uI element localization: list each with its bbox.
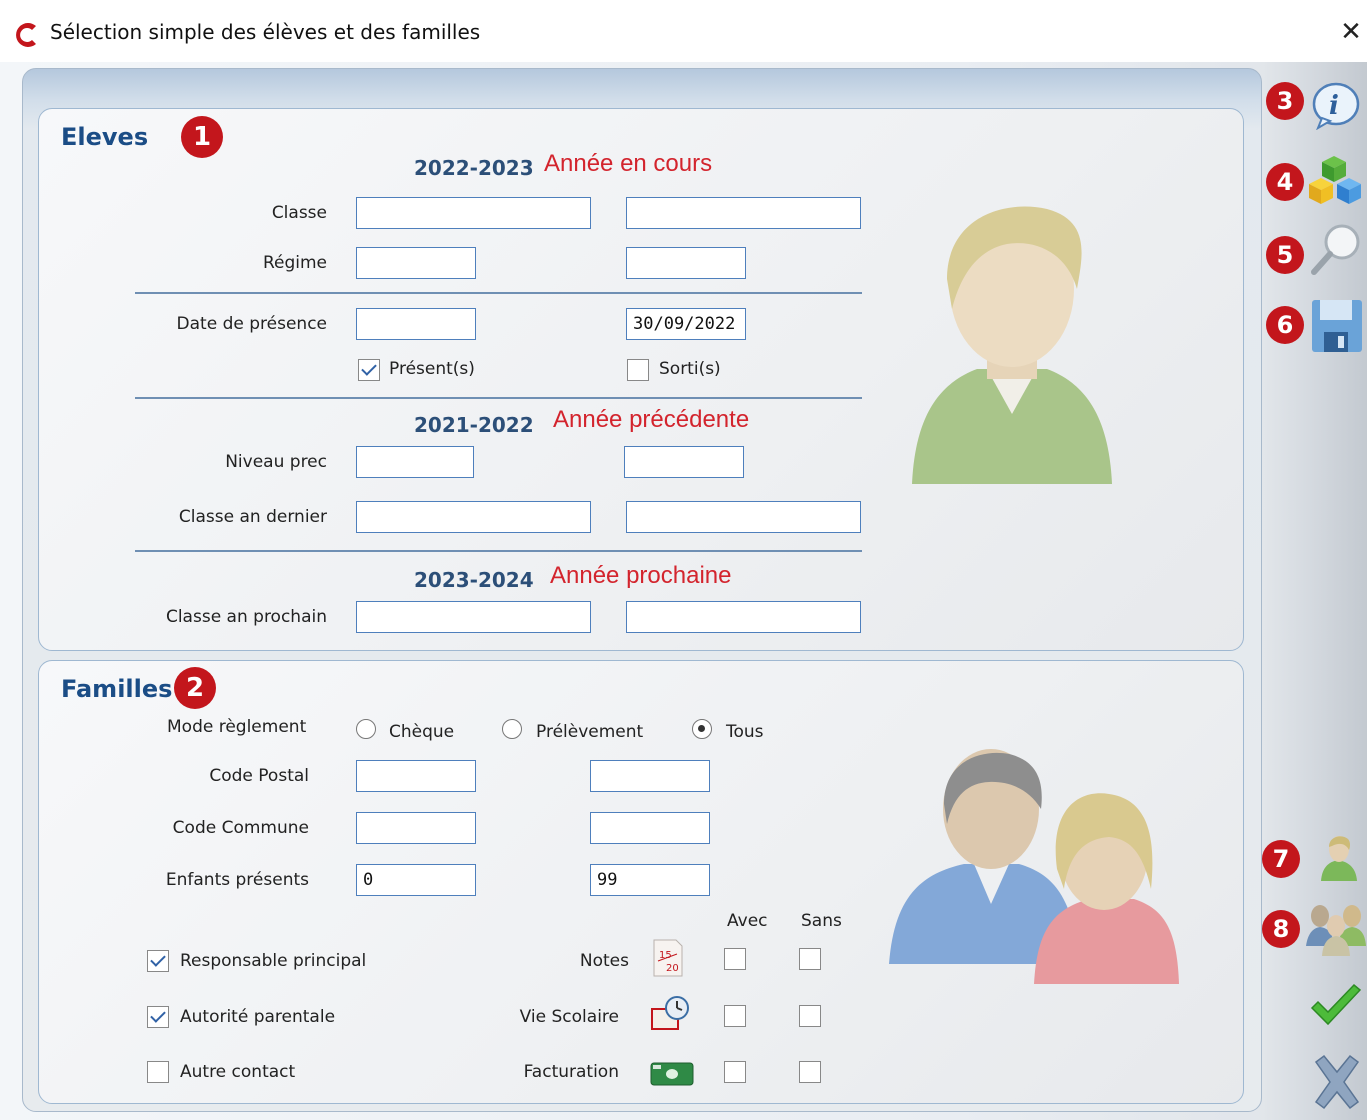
toolbar-badge-8: 8 xyxy=(1262,910,1300,948)
svg-text:i: i xyxy=(1329,91,1339,121)
toolbar-badge-4: 4 xyxy=(1266,163,1304,201)
divider xyxy=(135,292,862,294)
svg-text:15: 15 xyxy=(659,950,672,961)
autorite-parentale-label: Autorité parentale xyxy=(180,1007,336,1027)
classe-prochain-to-input[interactable] xyxy=(626,601,861,633)
magnifier-icon[interactable] xyxy=(1308,222,1362,278)
facturation-label: Facturation xyxy=(523,1062,619,1082)
niveau-to-input[interactable] xyxy=(624,446,744,478)
validate-icon[interactable] xyxy=(1308,982,1364,1030)
autre-contact-label: Autre contact xyxy=(180,1062,296,1082)
next-year-note: Année prochaine xyxy=(550,562,732,589)
facturation-sans-checkbox[interactable] xyxy=(799,1061,821,1083)
current-year: 2022-2023 xyxy=(414,156,534,180)
title-bar: Sélection simple des élèves et des famil… xyxy=(0,0,1367,62)
facturation-avec-checkbox[interactable] xyxy=(724,1061,746,1083)
autre-contact-checkbox[interactable] xyxy=(147,1061,169,1083)
date-to-input[interactable] xyxy=(626,308,746,340)
right-toolbar xyxy=(1262,62,1367,1120)
sans-header: Sans xyxy=(801,911,842,931)
previous-year: 2021-2022 xyxy=(414,413,534,437)
niveau-from-input[interactable] xyxy=(356,446,474,478)
toolbar-badge-6: 6 xyxy=(1266,306,1304,344)
familles-badge: 2 xyxy=(174,667,216,709)
radio-tous[interactable] xyxy=(692,719,712,739)
eleves-panel: Eleves 1 2022-2023 Année en cours Classe… xyxy=(38,108,1244,651)
radio-cheque[interactable] xyxy=(356,719,376,739)
regime-from-input[interactable] xyxy=(356,247,476,279)
vie-scolaire-label: Vie Scolaire xyxy=(519,1007,619,1027)
classe-an-prochain-label: Classe an prochain xyxy=(165,607,327,627)
code-postal-label: Code Postal xyxy=(209,766,309,786)
sorti-checkbox[interactable] xyxy=(627,359,649,381)
regime-label: Régime xyxy=(262,253,327,273)
family-illustration xyxy=(889,749,1179,984)
current-year-note: Année en cours xyxy=(544,150,713,177)
sorti-label: Sorti(s) xyxy=(659,359,721,379)
radio-tous-label: Tous xyxy=(726,722,764,742)
regime-to-input[interactable] xyxy=(626,247,746,279)
familles-title: Familles xyxy=(61,675,173,703)
avec-header: Avec xyxy=(727,911,768,931)
code-postal-to-input[interactable] xyxy=(590,760,710,792)
radio-cheque-label: Chèque xyxy=(389,722,455,742)
vie-scolaire-icon xyxy=(651,996,689,1030)
classe-dernier-from-input[interactable] xyxy=(356,501,591,533)
familles-panel: Familles 2 Mode règlement Chèque Prélève… xyxy=(38,660,1244,1104)
window-title: Sélection simple des élèves et des famil… xyxy=(50,20,481,44)
radio-prelevement-label: Prélèvement xyxy=(536,722,644,742)
toolbar-badge-3: 3 xyxy=(1266,82,1304,120)
info-icon[interactable]: i xyxy=(1308,80,1360,130)
notes-label: Notes xyxy=(579,951,629,971)
app-logo-icon xyxy=(16,23,36,47)
enfants-from-input[interactable] xyxy=(356,864,476,896)
present-label: Présent(s) xyxy=(389,359,475,379)
code-commune-label: Code Commune xyxy=(172,818,309,838)
radio-prelevement[interactable] xyxy=(502,719,522,739)
group-icon[interactable] xyxy=(1306,902,1366,956)
previous-year-note: Année précédente xyxy=(553,406,750,433)
cancel-icon[interactable] xyxy=(1310,1054,1364,1110)
date-presence-label: Date de présence xyxy=(176,314,327,334)
cubes-icon[interactable] xyxy=(1306,152,1364,206)
vie-scolaire-avec-checkbox[interactable] xyxy=(724,1005,746,1027)
student-icon[interactable] xyxy=(1318,834,1360,882)
responsable-principal-checkbox[interactable] xyxy=(147,950,169,972)
divider xyxy=(135,397,862,399)
code-commune-from-input[interactable] xyxy=(356,812,476,844)
toolbar-badge-5: 5 xyxy=(1266,236,1304,274)
classe-label: Classe xyxy=(271,203,327,223)
code-commune-to-input[interactable] xyxy=(590,812,710,844)
notes-sans-checkbox[interactable] xyxy=(799,948,821,970)
save-icon[interactable] xyxy=(1308,296,1364,354)
mode-reglement-label: Mode règlement xyxy=(167,717,307,737)
facturation-icon xyxy=(650,1062,694,1086)
next-year: 2023-2024 xyxy=(414,568,534,592)
svg-text:20: 20 xyxy=(666,963,679,974)
vie-scolaire-sans-checkbox[interactable] xyxy=(799,1005,821,1027)
toolbar-badge-7: 7 xyxy=(1262,840,1300,878)
close-button[interactable]: ✕ xyxy=(1338,18,1364,46)
divider xyxy=(135,550,862,552)
eleves-title: Eleves xyxy=(61,123,149,151)
classe-prochain-from-input[interactable] xyxy=(356,601,591,633)
niveau-prec-label: Niveau prec xyxy=(225,452,327,472)
code-postal-from-input[interactable] xyxy=(356,760,476,792)
date-from-input[interactable] xyxy=(356,308,476,340)
enfants-presents-label: Enfants présents xyxy=(165,870,309,890)
classe-to-input[interactable] xyxy=(626,197,861,229)
responsable-principal-label: Responsable principal xyxy=(180,951,367,971)
enfants-to-input[interactable] xyxy=(590,864,710,896)
student-illustration xyxy=(912,206,1112,484)
eleves-badge: 1 xyxy=(181,116,223,158)
autorite-parentale-checkbox[interactable] xyxy=(147,1006,169,1028)
classe-from-input[interactable] xyxy=(356,197,591,229)
notes-icon: 15 20 xyxy=(653,939,683,977)
classe-an-dernier-label: Classe an dernier xyxy=(178,507,327,527)
present-checkbox[interactable] xyxy=(358,359,380,381)
notes-avec-checkbox[interactable] xyxy=(724,948,746,970)
classe-dernier-to-input[interactable] xyxy=(626,501,861,533)
